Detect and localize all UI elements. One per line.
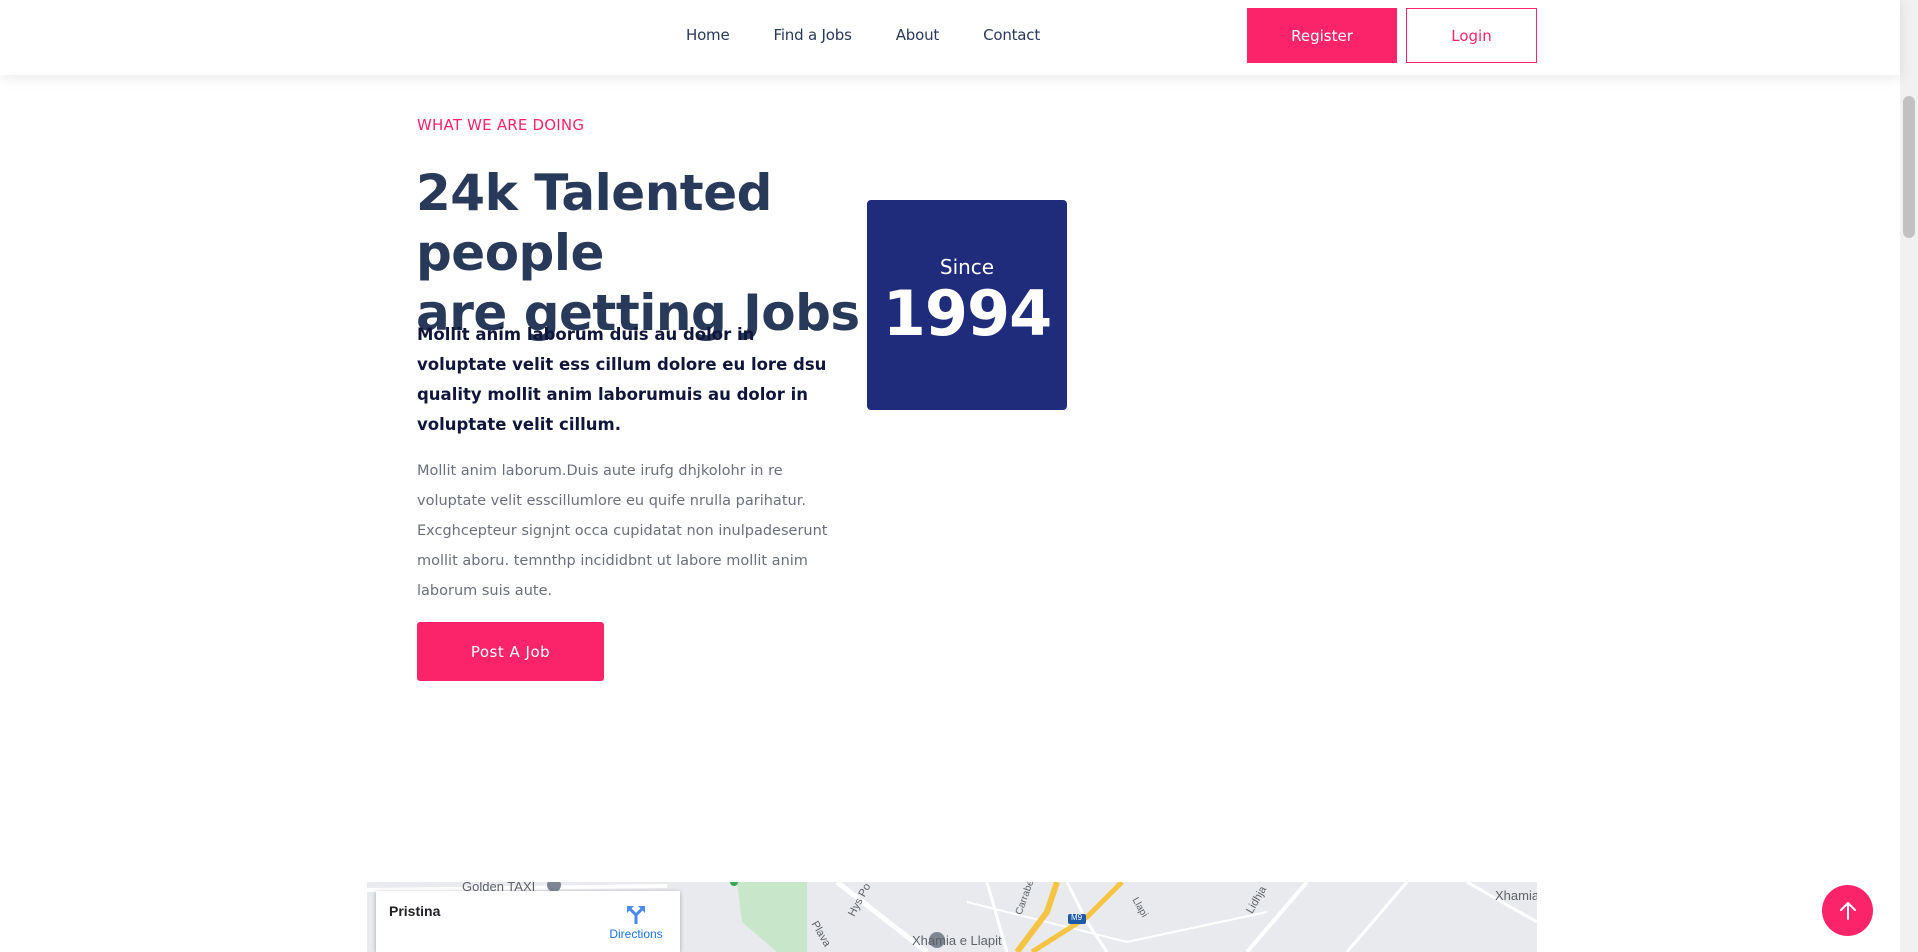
post-job-button[interactable]: Post A Job (417, 622, 604, 681)
back-to-top-button[interactable] (1822, 885, 1873, 936)
since-year: 1994 (882, 277, 1053, 350)
directions-link[interactable]: Directions (606, 905, 666, 941)
register-button[interactable]: Register (1247, 8, 1397, 63)
login-button[interactable]: Login (1406, 8, 1537, 63)
map-place-card: Pristina Directions (376, 891, 680, 952)
nav-contact[interactable]: Contact (983, 26, 1040, 44)
map-label-xhamia: Xhamia (1495, 888, 1537, 903)
map-label-route: M9 (1071, 913, 1083, 922)
directions-icon (627, 906, 645, 924)
since-label: Since (939, 255, 995, 279)
map-place-name: Pristina (389, 903, 441, 919)
section-headline: 24k Talented people are getting Jobs (416, 163, 936, 343)
map-label-xhamia-llapit: Xhamia e Llapit (912, 933, 1002, 948)
headline-line-1: 24k Talented people (416, 164, 772, 282)
nav-home[interactable]: Home (686, 26, 730, 44)
directions-label: Directions (609, 927, 663, 941)
nav-find-jobs[interactable]: Find a Jobs (774, 26, 852, 44)
arrow-up-icon (1839, 901, 1856, 920)
scrollbar-thumb[interactable] (1903, 96, 1915, 238)
main-nav: Home Find a Jobs About Contact (686, 26, 1040, 44)
nav-about[interactable]: About (896, 26, 940, 44)
site-header: Home Find a Jobs About Contact Register … (0, 0, 1900, 75)
section-eyebrow: WHAT WE ARE DOING (417, 116, 585, 134)
lead-paragraph: Mollit anim laborum duis au dolor in vol… (417, 325, 827, 434)
since-badge: Since 1994 (867, 200, 1067, 410)
body-paragraph: Mollit anim laborum.Duis aute irufg dhjk… (417, 463, 828, 599)
